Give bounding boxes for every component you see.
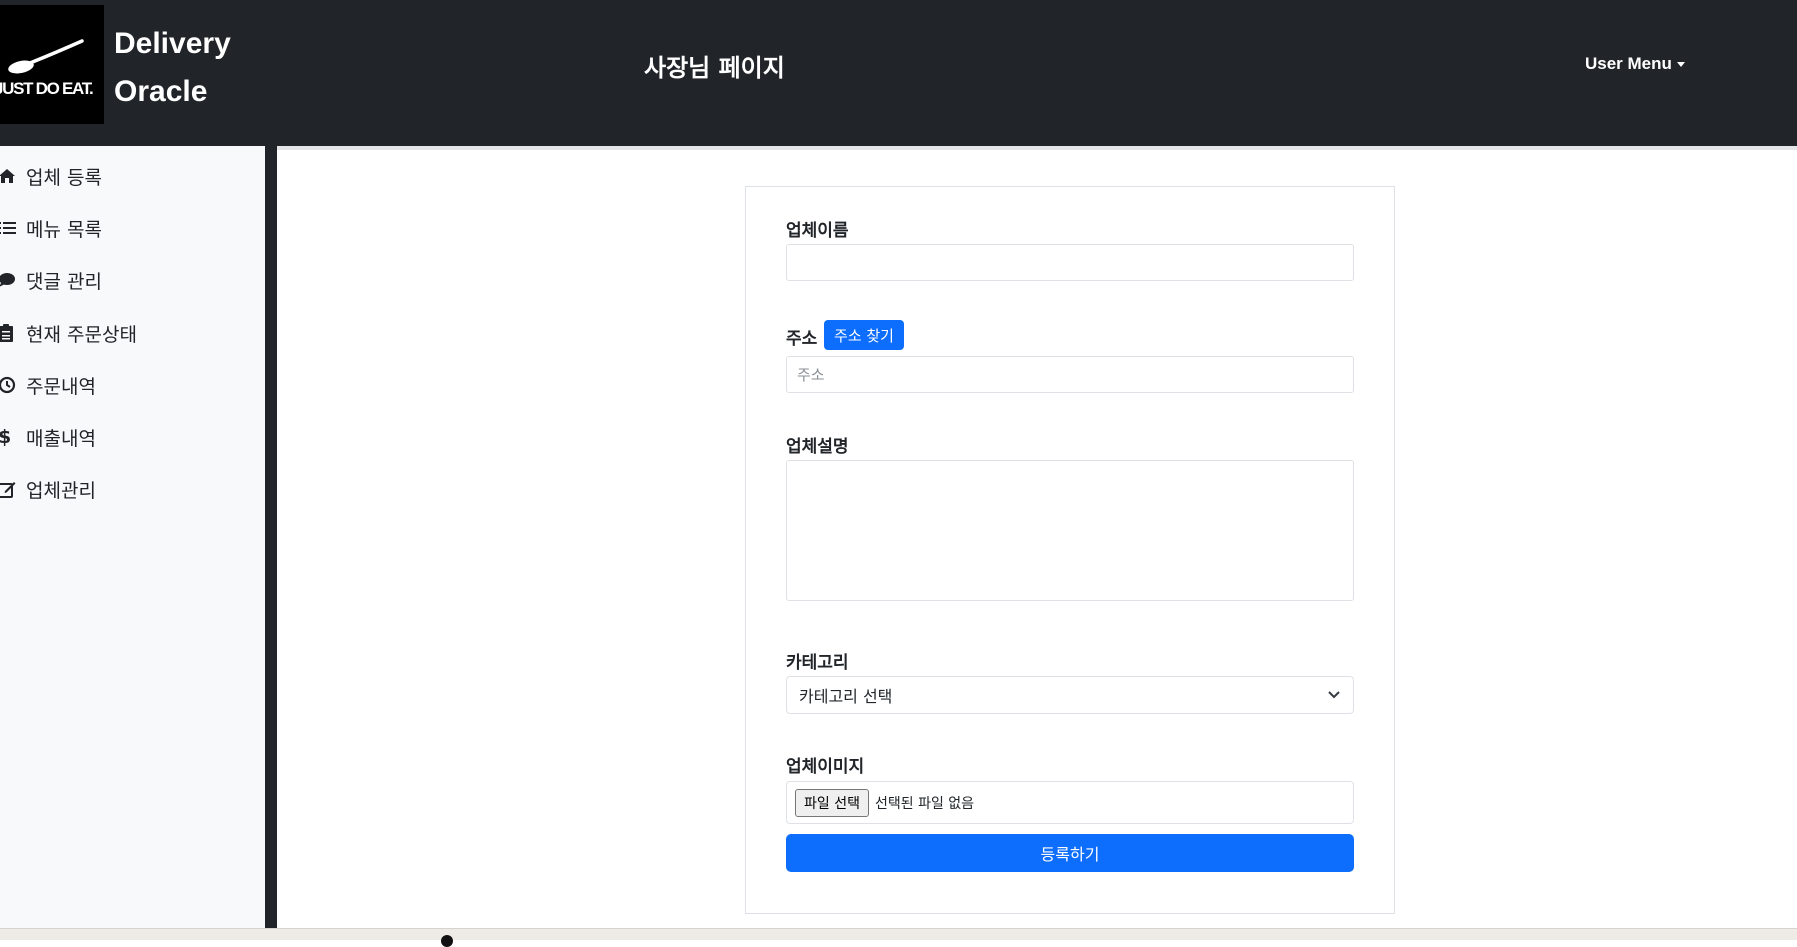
category-select[interactable]: 카테고리 선택 — [786, 676, 1354, 714]
caret-down-icon — [1676, 61, 1685, 67]
sidebar-item-comments[interactable]: 댓글 관리 — [0, 264, 102, 296]
sidebar-item-store-manage[interactable]: 업체관리 — [0, 473, 96, 505]
store-image-label: 업체이미지 — [786, 757, 865, 777]
description-textarea[interactable] — [786, 460, 1354, 601]
chevron-down-icon — [1328, 691, 1340, 699]
clipboard-icon — [0, 323, 18, 343]
top-navbar: JUST DO EAT. Delivery Oracle 사장님 페이지 Use… — [0, 0, 1797, 146]
store-name-input[interactable] — [786, 244, 1354, 281]
list-icon — [0, 218, 18, 238]
sidebar-item-menu-list[interactable]: 메뉴 목록 — [0, 212, 102, 244]
edit-icon — [0, 479, 18, 499]
user-menu-label: User Menu — [1585, 54, 1672, 73]
brand-name[interactable]: Delivery Oracle — [114, 20, 231, 116]
description-label: 업체설명 — [786, 437, 849, 457]
logo[interactable]: JUST DO EAT. — [0, 5, 104, 124]
sidebar-item-label: 업체관리 — [26, 479, 96, 502]
taskbar — [0, 928, 1797, 947]
file-status-text: 선택된 파일 없음 — [874, 795, 975, 812]
sidebar-item-label: 댓글 관리 — [26, 270, 102, 293]
category-label: 카테고리 — [786, 653, 849, 673]
address-label: 주소 — [786, 329, 818, 349]
find-address-button[interactable]: 주소 찾기 — [824, 320, 904, 350]
user-menu-dropdown[interactable]: User Menu — [1585, 54, 1685, 74]
choose-file-button[interactable]: 파일 선택 — [795, 788, 869, 817]
comment-icon — [0, 270, 18, 290]
sidebar-item-order-history[interactable]: 주문내역 — [0, 369, 96, 401]
dollar-icon: $ — [0, 426, 12, 448]
sidebar-item-label: 업체 등록 — [26, 166, 102, 189]
sidebar-item-order-status[interactable]: 현재 주문상태 — [0, 317, 137, 349]
sidebar-item-store-register[interactable]: 업체 등록 — [0, 160, 102, 192]
store-image-file-input[interactable]: 파일 선택 선택된 파일 없음 — [786, 781, 1354, 824]
category-selected-value: 카테고리 선택 — [799, 687, 893, 706]
brand-line-2: Oracle — [114, 75, 208, 108]
spoon-icon — [8, 39, 84, 74]
address-input[interactable] — [786, 356, 1354, 393]
sidebar-item-sales-history[interactable]: $ 매출내역 — [0, 421, 96, 453]
store-name-label: 업체이름 — [786, 221, 849, 241]
register-button[interactable]: 등록하기 — [786, 834, 1354, 872]
sidebar-item-label: 주문내역 — [26, 375, 96, 398]
sidebar-divider — [265, 146, 277, 930]
sidebar-item-label: 메뉴 목록 — [26, 218, 102, 241]
sidebar-item-label: 매출내역 — [26, 427, 96, 450]
brand-line-1: Delivery — [114, 27, 231, 60]
home-icon — [0, 166, 18, 186]
logo-text: JUST DO EAT. — [0, 79, 94, 98]
taskbar-icon — [441, 935, 453, 947]
sidebar-item-label: 현재 주문상태 — [26, 323, 137, 346]
history-icon — [0, 375, 18, 395]
page-title: 사장님 페이지 — [644, 54, 785, 82]
